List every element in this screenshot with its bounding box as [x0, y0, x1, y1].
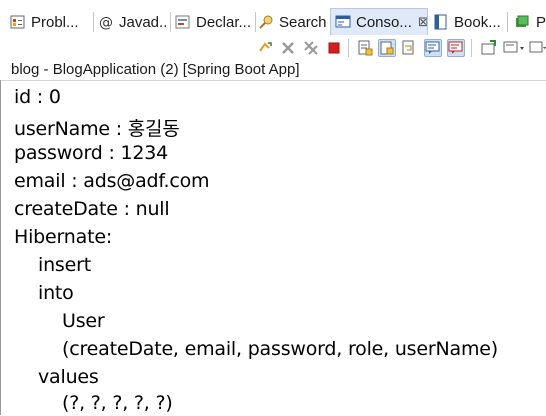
show-stderr-icon[interactable] [447, 39, 465, 57]
tab-separator [93, 12, 94, 32]
javadoc-icon: @ [98, 14, 114, 31]
svg-text:@: @ [99, 15, 113, 30]
console-line: email : ads@adf.com [14, 170, 210, 192]
tab-javadoc[interactable]: @ Javad... [98, 10, 168, 34]
tab-bookmarks-label: Book... [454, 13, 501, 31]
tab-problems-label: Probl... [31, 13, 79, 31]
toolbar-separator [348, 39, 349, 57]
progress-icon [515, 14, 531, 30]
remove-all-terminated-icon[interactable] [302, 39, 320, 57]
console-line: password : 1234 [14, 142, 169, 164]
tab-problems[interactable]: Probl... [10, 10, 90, 34]
remove-launch-icon[interactable] [279, 39, 297, 57]
tab-console-label: Conso... [356, 13, 412, 31]
console-icon [335, 14, 351, 30]
search-icon [258, 14, 274, 30]
tab-separator [507, 12, 508, 32]
show-stdout-icon[interactable] [424, 39, 442, 57]
console-line: (createDate, email, password, role, user… [62, 338, 498, 360]
relaunch-icon[interactable] [256, 39, 274, 57]
console-line: insert [38, 254, 91, 276]
console-line: values [38, 366, 99, 388]
console-title: blog - BlogApplication (2) [Spring Boot … [11, 61, 300, 78]
view-tab-bar: Probl... @ Javad... Declar... Search Con… [0, 0, 546, 37]
console-toolbar [0, 36, 546, 60]
console-line: User [62, 310, 105, 332]
word-wrap-icon[interactable] [400, 39, 418, 57]
problems-icon [10, 14, 26, 30]
tab-javadoc-label: Javad... [119, 13, 168, 31]
tab-progress[interactable]: Pr [515, 10, 546, 34]
terminate-icon[interactable] [325, 39, 343, 57]
console-line: into [38, 282, 74, 304]
tab-console[interactable]: Conso... ⊠ [330, 8, 428, 35]
tab-bookmarks[interactable]: Book... [433, 10, 503, 34]
console-line: createDate : null [14, 198, 170, 220]
console-left-border [0, 80, 1, 415]
tab-declaration[interactable]: Declar... [175, 10, 253, 34]
pin-console-icon[interactable] [480, 39, 498, 57]
console-line: userName : 홍길동 [14, 118, 180, 140]
tab-search-label: Search [279, 13, 327, 31]
tab-progress-label: Pr [536, 13, 546, 31]
scroll-lock-icon[interactable] [378, 39, 396, 57]
tab-separator [255, 12, 256, 32]
console-line: Hibernate: [14, 226, 113, 248]
open-console-icon[interactable] [528, 39, 546, 57]
close-icon[interactable]: ⊠ [418, 14, 427, 30]
console-line: id : 0 [14, 86, 61, 108]
toolbar-separator [471, 39, 472, 57]
declaration-icon [175, 14, 191, 30]
tab-separator [170, 12, 171, 32]
display-console-icon[interactable] [503, 39, 527, 57]
tab-search[interactable]: Search [258, 10, 328, 34]
bookmarks-icon [433, 14, 449, 30]
console-line: (?, ?, ?, ?, ?) [62, 392, 173, 414]
clear-console-icon[interactable] [356, 39, 374, 57]
tab-declaration-label: Declar... [196, 13, 252, 31]
